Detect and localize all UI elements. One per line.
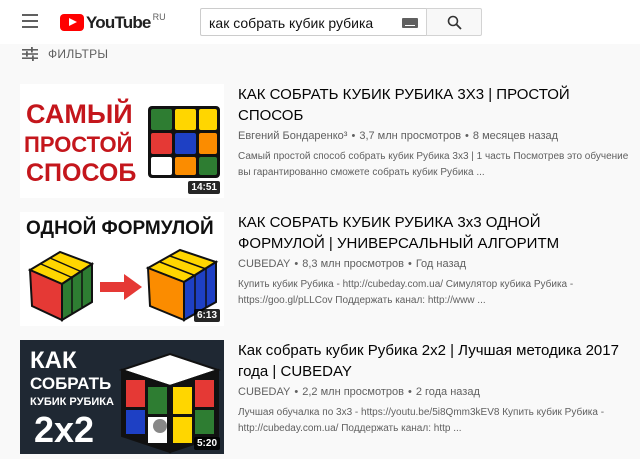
- youtube-logo[interactable]: YouTube RU: [60, 12, 166, 32]
- search-button[interactable]: [426, 8, 482, 36]
- left-cube-icon: [27, 250, 95, 322]
- upload-age: 2 года назад: [415, 386, 480, 398]
- logo-text: YouTube: [86, 13, 151, 32]
- thumb-text-1: САМЫЙ: [26, 98, 133, 129]
- separator: •: [407, 386, 412, 398]
- video-thumbnail[interactable]: КАК СОБРАТЬ КУБИК РУБИКА 2x2 5:20: [20, 340, 224, 454]
- rubiks-cube-icon: [148, 106, 220, 178]
- arrow-right-icon: [100, 274, 142, 300]
- thumb-text-2: ПРОСТОЙ: [24, 132, 132, 157]
- search-input-value: как собрать кубик рубика: [209, 15, 374, 31]
- video-description: Самый простой способ собрать кубик Рубик…: [238, 151, 629, 178]
- video-info: КАК СОБРАТЬ КУБИК РУБИКА 3х3 ОДНОЙ ФОРМУ…: [238, 212, 630, 309]
- separator: •: [407, 258, 412, 270]
- play-logo-icon: [60, 14, 84, 31]
- duration-badge: 6:13: [193, 309, 220, 322]
- view-count: 2,2 млн просмотров: [302, 386, 404, 398]
- video-description: Купить кубик Рубика - http://cubeday.com…: [238, 279, 574, 306]
- video-meta: CUBEDAY • 8,3 млн просмотров • Год назад: [238, 258, 630, 270]
- search-input[interactable]: как собрать кубик рубика: [200, 8, 426, 36]
- video-result: КАК СОБРАТЬ КУБИК РУБИКА 2x2 5:20 Как со…: [20, 328, 630, 454]
- view-count: 8,3 млн просмотров: [302, 258, 404, 270]
- channel-name[interactable]: CUBEDAY: [238, 258, 290, 270]
- search-icon: [447, 15, 462, 30]
- filters-button[interactable]: ФИЛЬТРЫ: [22, 44, 108, 64]
- duration-badge: 14:51: [188, 181, 220, 194]
- thumb-text-3: КУБИК РУБИКА: [30, 396, 114, 408]
- upload-age: 8 месяцев назад: [472, 130, 559, 142]
- video-title[interactable]: Как собрать кубик Рубика 2х2 | Лучшая ме…: [238, 340, 630, 382]
- channel-name[interactable]: CUBEDAY: [238, 386, 290, 398]
- video-meta: Евгений Бондаренко³ • 3,7 млн просмотров…: [238, 130, 630, 142]
- separator: •: [465, 130, 469, 142]
- video-title[interactable]: КАК СОБРАТЬ КУБИК РУБИКА 3х3 ОДНОЙ ФОРМУ…: [238, 212, 630, 254]
- view-count: 3,7 млн просмотров: [359, 130, 462, 142]
- menu-icon[interactable]: [22, 14, 38, 28]
- video-thumbnail[interactable]: ОДНОЙ ФОРМУЛОЙ 6:13: [20, 212, 224, 326]
- logo-region: RU: [152, 12, 166, 22]
- thumb-text-3: СПОСОБ: [26, 159, 136, 187]
- video-result: САМЫЙ ПРОСТОЙ СПОСОБ 14:51 КАК СОБРАТЬ К…: [20, 72, 630, 198]
- thumb-text-4: 2x2: [34, 409, 94, 450]
- duration-badge: 5:20: [193, 437, 220, 450]
- filter-sliders-icon: [22, 47, 38, 61]
- video-info: Как собрать кубик Рубика 2х2 | Лучшая ме…: [238, 340, 630, 437]
- separator: •: [294, 258, 299, 270]
- video-result: ОДНОЙ ФОРМУЛОЙ 6:13 КАК СОБРАТЬ КУБИК РУ…: [20, 200, 630, 326]
- video-info: КАК СОБРАТЬ КУБИК РУБИКА 3Х3 | ПРОСТОЙ С…: [238, 84, 630, 181]
- thumb-text-1: КАК: [30, 347, 77, 374]
- separator: •: [294, 386, 299, 398]
- keyboard-icon[interactable]: [402, 18, 418, 28]
- channel-name[interactable]: Евгений Бондаренко³: [238, 130, 347, 142]
- video-thumbnail[interactable]: САМЫЙ ПРОСТОЙ СПОСОБ 14:51: [20, 84, 224, 198]
- thumb-text-1: ОДНОЙ ФОРМУЛОЙ: [26, 217, 214, 239]
- video-meta: CUBEDAY • 2,2 млн просмотров • 2 года на…: [238, 386, 630, 398]
- video-description: Лучшая обучалка по 3х3 - https://youtu.b…: [238, 407, 605, 434]
- top-bar: YouTube RU как собрать кубик рубика: [0, 0, 640, 44]
- video-title[interactable]: КАК СОБРАТЬ КУБИК РУБИКА 3Х3 | ПРОСТОЙ С…: [238, 84, 630, 126]
- upload-age: Год назад: [415, 258, 467, 270]
- filters-label: ФИЛЬТРЫ: [48, 47, 109, 61]
- thumb-text-2: СОБРАТЬ: [30, 374, 111, 393]
- separator: •: [351, 130, 356, 142]
